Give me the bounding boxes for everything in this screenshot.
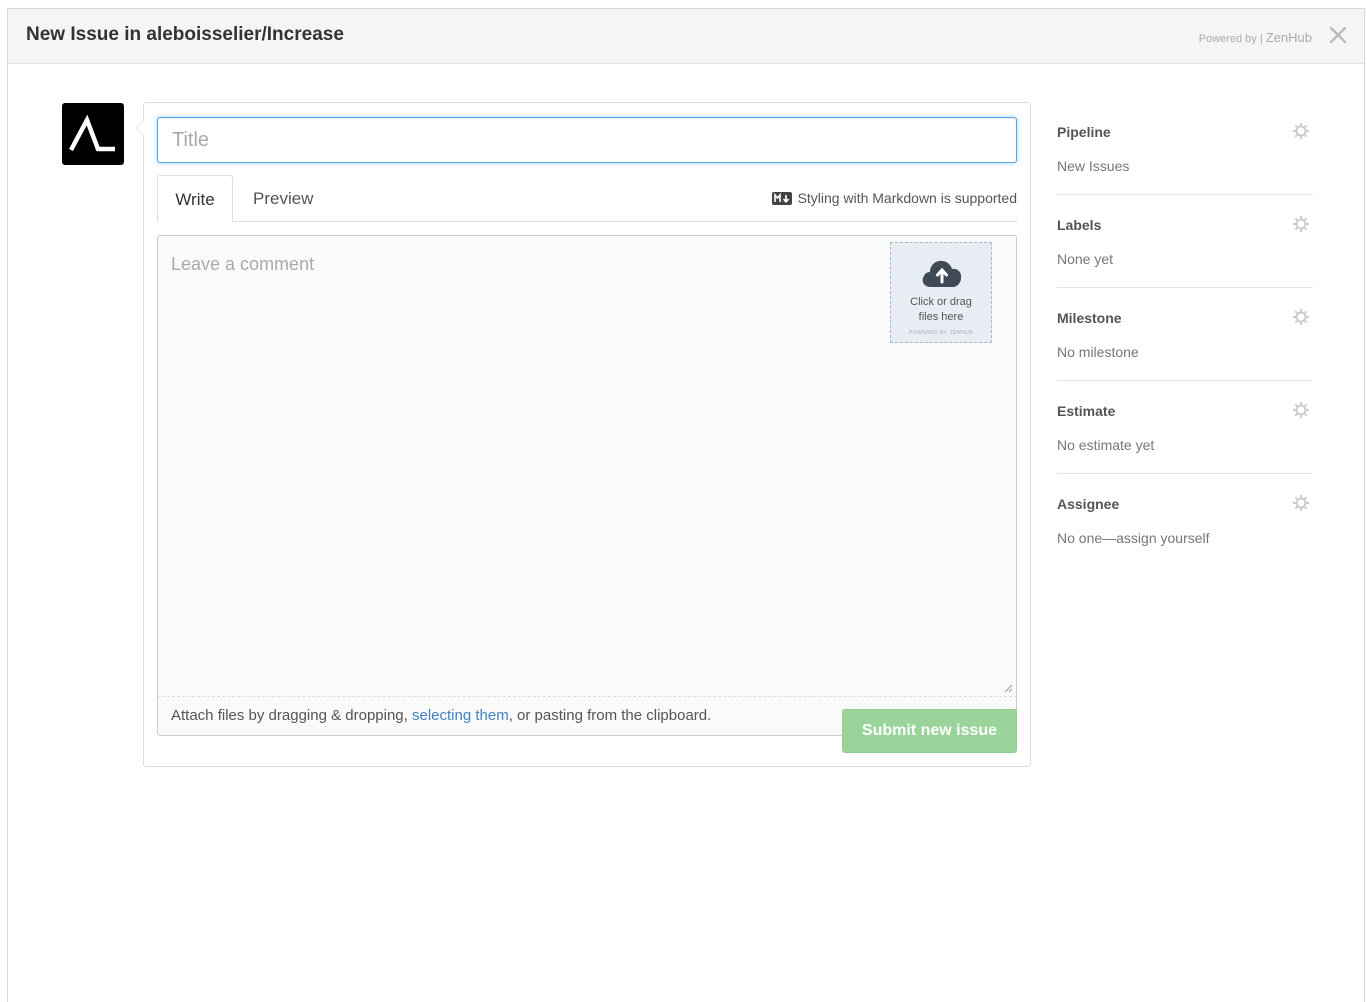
estimate-value: No estimate yet xyxy=(1057,437,1155,453)
attach-suffix: , or pasting from the clipboard. xyxy=(508,707,712,724)
select-files-link[interactable]: selecting them xyxy=(412,707,509,724)
pipeline-value: New Issues xyxy=(1057,158,1130,174)
resize-grip-icon[interactable] xyxy=(1003,683,1013,693)
comment-textarea[interactable]: Leave a comment Click or drag files here… xyxy=(157,235,1017,696)
new-issue-modal: New Issue in aleboisselier/Increase Powe… xyxy=(7,8,1365,1002)
gear-icon[interactable] xyxy=(1292,122,1310,140)
upload-line-1: Click or drag xyxy=(910,296,972,308)
gear-icon[interactable] xyxy=(1292,401,1310,419)
tab-write[interactable]: Write xyxy=(157,175,233,223)
avatar xyxy=(62,103,124,165)
tab-preview[interactable]: Preview xyxy=(253,175,313,222)
title-input[interactable] xyxy=(157,117,1017,163)
file-upload-dropzone[interactable]: Click or drag files here POWERED BY ZENH… xyxy=(890,242,992,343)
comment-placeholder: Leave a comment xyxy=(171,254,315,274)
milestone-value: No milestone xyxy=(1057,344,1139,360)
milestone-label: Milestone xyxy=(1057,310,1122,326)
markdown-hint-text: Styling with Markdown is supported xyxy=(797,190,1017,206)
sidebar-section-assignee: Assignee No one—assign yourself xyxy=(1057,474,1313,567)
form-pointer-inner xyxy=(136,119,145,137)
estimate-label: Estimate xyxy=(1057,403,1116,419)
assignee-label: Assignee xyxy=(1057,496,1120,512)
attach-prefix: Attach files by dragging & dropping, xyxy=(171,707,412,724)
labels-value: None yet xyxy=(1057,251,1114,267)
avatar-logo-icon xyxy=(69,114,115,152)
markdown-hint[interactable]: Styling with Markdown is supported xyxy=(771,190,1017,206)
powered-prefix: Powered by | xyxy=(1198,33,1266,45)
editor-tabs: Write Preview Styling with Markdown is s… xyxy=(157,175,1017,223)
gear-icon[interactable] xyxy=(1292,215,1310,233)
pipeline-label: Pipeline xyxy=(1057,124,1111,140)
labels-label: Labels xyxy=(1057,217,1102,233)
sidebar-section-pipeline: Pipeline New Issues xyxy=(1057,102,1313,195)
issue-form: Write Preview Styling with Markdown is s… xyxy=(135,102,1031,767)
gear-icon[interactable] xyxy=(1292,308,1310,326)
assignee-value[interactable]: No one—assign yourself xyxy=(1057,530,1210,546)
markdown-icon xyxy=(771,191,792,205)
modal-header: New Issue in aleboisselier/Increase Powe… xyxy=(8,9,1364,64)
submit-new-issue-button[interactable]: Submit new issue xyxy=(842,709,1017,753)
sidebar-section-estimate: Estimate No estimate yet xyxy=(1057,381,1313,474)
upload-powered-by: POWERED BY ZENHUB xyxy=(908,330,974,336)
zenhub-brand: ZenHub xyxy=(1265,30,1312,45)
cloud-upload-icon xyxy=(922,260,962,287)
modal-title: New Issue in aleboisselier/Increase xyxy=(26,24,344,45)
close-icon[interactable] xyxy=(1328,25,1348,45)
upload-instructions: Click or drag files here xyxy=(891,295,991,325)
gear-icon[interactable] xyxy=(1292,494,1310,512)
powered-by-zenhub: Powered by | ZenHub xyxy=(1199,30,1312,45)
sidebar-section-labels: Labels None yet xyxy=(1057,195,1313,288)
upload-line-2: files here xyxy=(918,311,964,323)
sidebar-section-milestone: Milestone No milestone xyxy=(1057,288,1313,381)
issue-sidebar: Pipeline New Issues Labels None yet Mile… xyxy=(1057,102,1313,567)
